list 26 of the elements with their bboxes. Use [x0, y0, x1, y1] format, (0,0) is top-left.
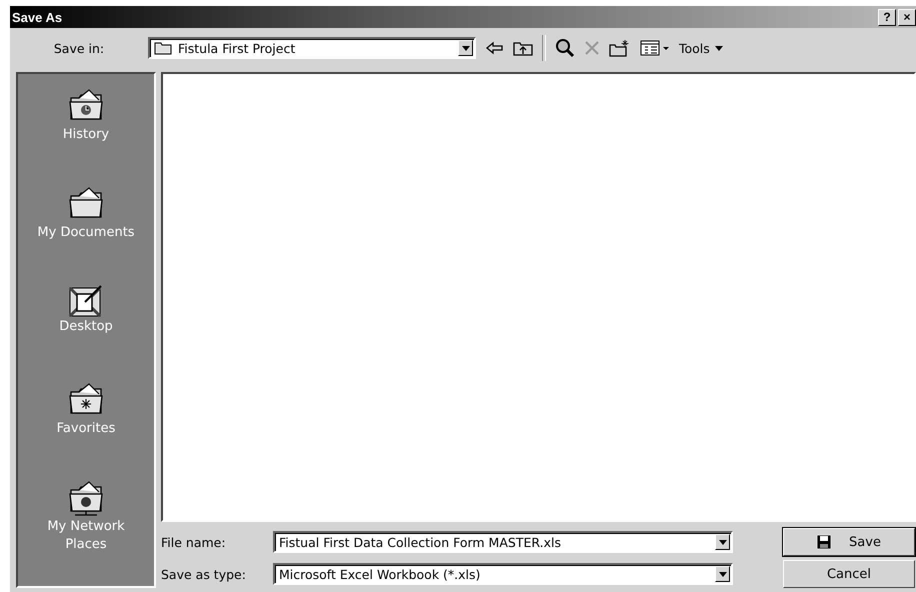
- file-name-label: File name:: [161, 534, 227, 550]
- places-item[interactable]: My Documents: [21, 182, 151, 274]
- places-item[interactable]: Favorites: [21, 378, 151, 470]
- close-button[interactable]: ×: [898, 8, 916, 26]
- places-item[interactable]: Desktop: [21, 280, 151, 372]
- search-icon[interactable]: [555, 38, 575, 58]
- save-in-dropdown[interactable]: Fistula First Project: [148, 37, 476, 59]
- folder-icon: [154, 41, 172, 55]
- caret-icon: [714, 46, 723, 50]
- back-arrow-icon[interactable]: [486, 41, 504, 55]
- cancel-button[interactable]: Cancel: [783, 560, 915, 588]
- save-as-type-label: Save as type:: [161, 566, 247, 582]
- desktop-icon: [68, 284, 104, 318]
- window-title: Save As: [12, 10, 62, 24]
- places-item[interactable]: History: [21, 84, 151, 176]
- save-in-label: Save in:: [52, 40, 106, 56]
- new-folder-icon[interactable]: [609, 39, 631, 57]
- help-button[interactable]: ?: [878, 8, 896, 26]
- file-name-field[interactable]: Fistual First Data Collection Form MASTER.xls: [273, 531, 733, 553]
- save-button[interactable]: Save: [783, 528, 915, 556]
- views-icon[interactable]: [640, 40, 670, 56]
- places-item[interactable]: My Network Places: [21, 476, 151, 568]
- folder-globe-icon: [67, 480, 105, 518]
- tools-menu-button[interactable]: Tools: [679, 40, 723, 56]
- save-as-type-dropdown[interactable]: Microsoft Excel Workbook (*.xls): [273, 563, 733, 585]
- up-folder-icon[interactable]: [513, 40, 533, 56]
